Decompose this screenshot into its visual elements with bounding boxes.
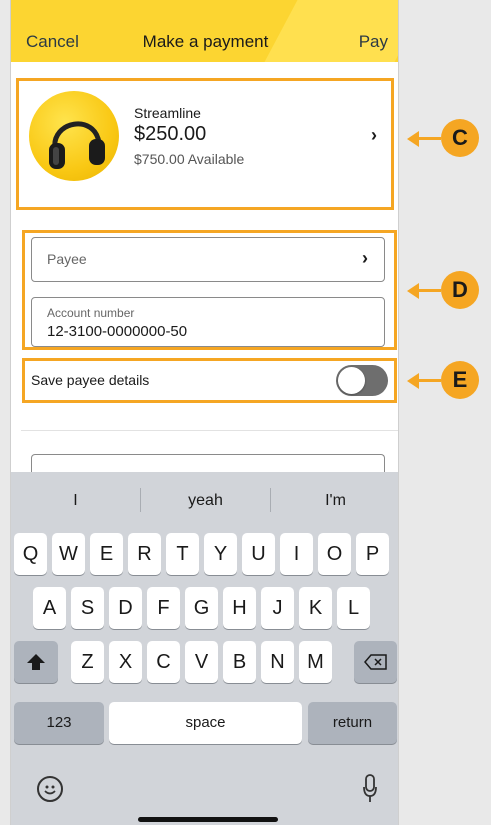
key-o[interactable]: O bbox=[318, 533, 351, 575]
key-b[interactable]: B bbox=[223, 641, 256, 683]
key-i[interactable]: I bbox=[280, 533, 313, 575]
microphone-icon[interactable] bbox=[363, 774, 377, 804]
header-bar: Cancel Make a payment Pay bbox=[11, 0, 398, 62]
chevron-right-icon: › bbox=[362, 248, 368, 268]
account-number-value[interactable]: 12-3100-0000000-50 bbox=[47, 323, 187, 340]
callout-e-arrowhead bbox=[407, 373, 419, 389]
key-a[interactable]: A bbox=[33, 587, 66, 629]
callout-d-arrow bbox=[419, 289, 441, 292]
suggestion-3[interactable]: I'm bbox=[271, 472, 398, 528]
smiley-face bbox=[44, 785, 56, 795]
key-x[interactable]: X bbox=[109, 641, 142, 683]
account-number-label: Account number bbox=[47, 306, 135, 320]
account-avatar bbox=[29, 91, 119, 181]
key-p[interactable]: P bbox=[356, 533, 389, 575]
key-m[interactable]: M bbox=[299, 641, 332, 683]
headphones-icon bbox=[49, 121, 105, 169]
key-l[interactable]: L bbox=[337, 587, 370, 629]
key-y[interactable]: Y bbox=[204, 533, 237, 575]
phone-screen: Cancel Make a payment Pay Streamline $25… bbox=[10, 0, 399, 825]
key-z[interactable]: Z bbox=[71, 641, 104, 683]
callout-c: C bbox=[441, 119, 479, 157]
suggestion-2[interactable]: yeah bbox=[141, 472, 270, 528]
key-e[interactable]: E bbox=[90, 533, 123, 575]
key-v[interactable]: V bbox=[185, 641, 218, 683]
suggestion-1[interactable]: I bbox=[11, 472, 140, 528]
header-decoration bbox=[264, 0, 398, 62]
backspace-icon bbox=[363, 654, 387, 670]
divider bbox=[21, 430, 398, 431]
key-c[interactable]: C bbox=[147, 641, 180, 683]
key-k[interactable]: K bbox=[299, 587, 332, 629]
account-amount: $250.00 bbox=[134, 123, 207, 145]
home-indicator[interactable] bbox=[138, 817, 278, 822]
space-key[interactable]: space bbox=[109, 702, 302, 744]
key-u[interactable]: U bbox=[242, 533, 275, 575]
key-r[interactable]: R bbox=[128, 533, 161, 575]
key-w[interactable]: W bbox=[52, 533, 85, 575]
pay-button[interactable]: Pay bbox=[359, 32, 388, 52]
callout-d: D bbox=[441, 271, 479, 309]
chevron-right-icon: › bbox=[371, 125, 377, 145]
callout-d-arrowhead bbox=[407, 283, 419, 299]
toggle-knob bbox=[338, 367, 365, 394]
save-payee-label: Save payee details bbox=[31, 372, 150, 388]
key-h[interactable]: H bbox=[223, 587, 256, 629]
account-available: $750.00 Available bbox=[134, 151, 245, 167]
return-key[interactable]: return bbox=[308, 702, 397, 744]
save-payee-toggle[interactable] bbox=[336, 365, 388, 396]
numbers-key[interactable]: 123 bbox=[14, 702, 104, 744]
key-f[interactable]: F bbox=[147, 587, 180, 629]
callout-e-arrow bbox=[419, 379, 441, 382]
page-title: Make a payment bbox=[142, 32, 269, 51]
account-selector[interactable]: Streamline $250.00 $750.00 Available › bbox=[16, 78, 394, 210]
key-q[interactable]: Q bbox=[14, 533, 47, 575]
key-s[interactable]: S bbox=[71, 587, 104, 629]
callout-c-arrow bbox=[419, 137, 441, 140]
shift-arrow-icon bbox=[27, 654, 45, 670]
account-number-field[interactable]: Account number 12-3100-0000000-50 bbox=[31, 297, 385, 347]
keyboard: I yeah I'm Q W E R T Y U I O P A S D F G… bbox=[11, 472, 398, 825]
callout-c-arrowhead bbox=[407, 131, 419, 147]
account-name: Streamline bbox=[134, 105, 201, 121]
callout-e: E bbox=[441, 361, 479, 399]
key-t[interactable]: T bbox=[166, 533, 199, 575]
payee-label: Payee bbox=[47, 251, 87, 267]
backspace-key[interactable] bbox=[354, 641, 397, 683]
payee-field[interactable]: Payee › bbox=[31, 237, 385, 282]
emoji-icon[interactable] bbox=[37, 776, 63, 802]
key-g[interactable]: G bbox=[185, 587, 218, 629]
save-payee-row: Save payee details bbox=[22, 358, 397, 403]
shift-key[interactable] bbox=[14, 641, 58, 683]
key-j[interactable]: J bbox=[261, 587, 294, 629]
key-d[interactable]: D bbox=[109, 587, 142, 629]
key-n[interactable]: N bbox=[261, 641, 294, 683]
